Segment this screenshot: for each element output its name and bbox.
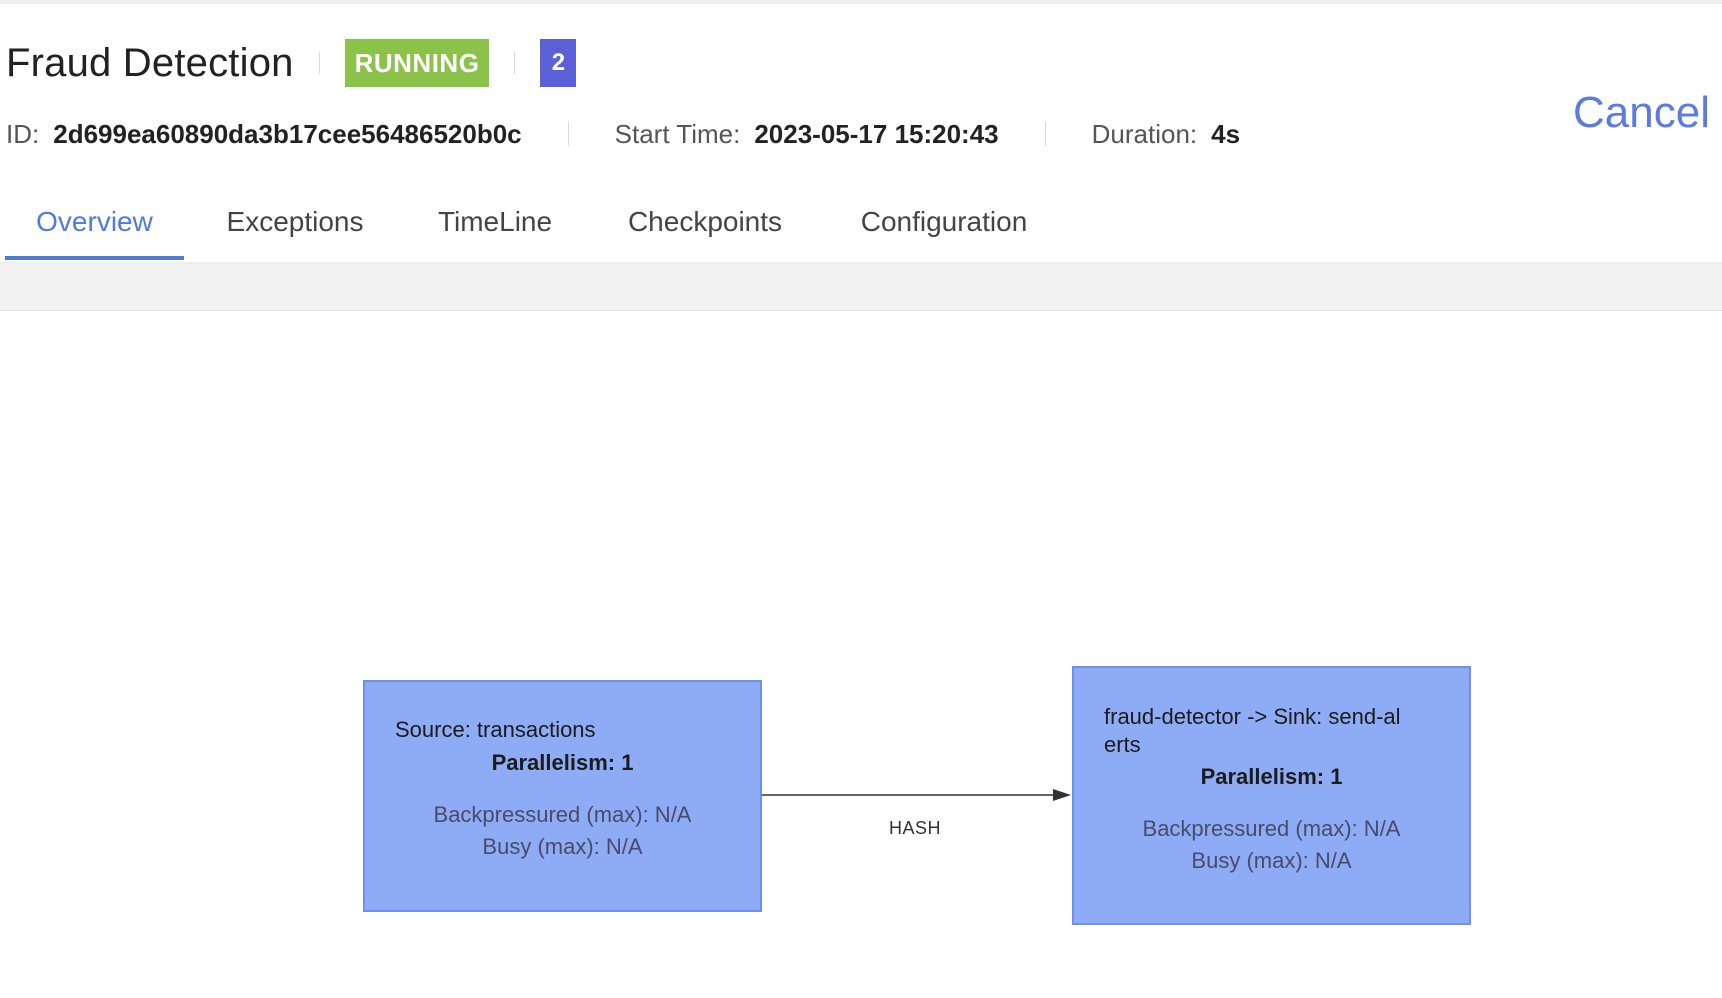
job-graph[interactable]: HASH Source: transactions Parallelism: 1…	[0, 311, 1722, 998]
edge-arrowhead	[1053, 789, 1071, 801]
duration-label: Duration:	[1091, 118, 1198, 149]
start-time-value: 2023-05-17 15:20:43	[754, 118, 999, 149]
node-parallelism: Parallelism: 1	[491, 750, 634, 775]
tab-overview[interactable]: Overview	[5, 196, 184, 260]
start-time-label: Start Time:	[614, 118, 741, 149]
cancel-button[interactable]: Cancel	[1573, 88, 1710, 138]
node-busy: Busy (max): N/A	[482, 834, 643, 859]
job-title: Fraud Detection	[6, 40, 294, 85]
node-name-continued: erts	[1104, 732, 1141, 757]
tab-checkpoints[interactable]: Checkpoints	[620, 196, 790, 260]
duration-value: 4s	[1211, 118, 1241, 149]
title-row: Fraud Detection RUNNING 2	[6, 38, 577, 88]
edge-label: HASH	[889, 818, 942, 838]
divider	[514, 52, 516, 74]
active-tab-indicator	[5, 256, 184, 260]
id-value: 2d699ea60890da3b17cee56486520b0c	[53, 118, 522, 149]
tab-timeline[interactable]: TimeLine	[430, 196, 560, 260]
node-backpressured: Backpressured (max): N/A	[433, 802, 692, 827]
tab-exceptions[interactable]: Exceptions	[212, 196, 378, 260]
job-meta-row: ID: 2d699ea60890da3b17cee56486520b0c Sta…	[6, 114, 1240, 154]
status-badge: RUNNING	[344, 39, 490, 87]
id-label: ID:	[6, 118, 40, 149]
node-name: Source: transactions	[395, 717, 596, 742]
task-count-badge: 2	[540, 39, 577, 87]
node-backpressured: Backpressured (max): N/A	[1142, 816, 1401, 841]
toolbar-band	[0, 264, 1722, 311]
graph-node-fraud-detector[interactable]: fraud-detector -> Sink: send-al erts Par…	[1072, 666, 1471, 925]
divider	[1044, 122, 1046, 146]
graph-node-source[interactable]: Source: transactions Parallelism: 1 Back…	[363, 680, 762, 912]
tab-configuration[interactable]: Configuration	[850, 196, 1038, 260]
node-parallelism: Parallelism: 1	[1200, 764, 1343, 789]
divider	[567, 122, 569, 146]
node-busy: Busy (max): N/A	[1191, 848, 1352, 873]
divider	[318, 52, 320, 74]
tab-bar: Overview Exceptions TimeLine Checkpoints…	[0, 196, 1722, 264]
node-name: fraud-detector -> Sink: send-al	[1104, 704, 1401, 729]
job-header: Fraud Detection RUNNING 2 ID: 2d699ea608…	[0, 0, 1722, 270]
